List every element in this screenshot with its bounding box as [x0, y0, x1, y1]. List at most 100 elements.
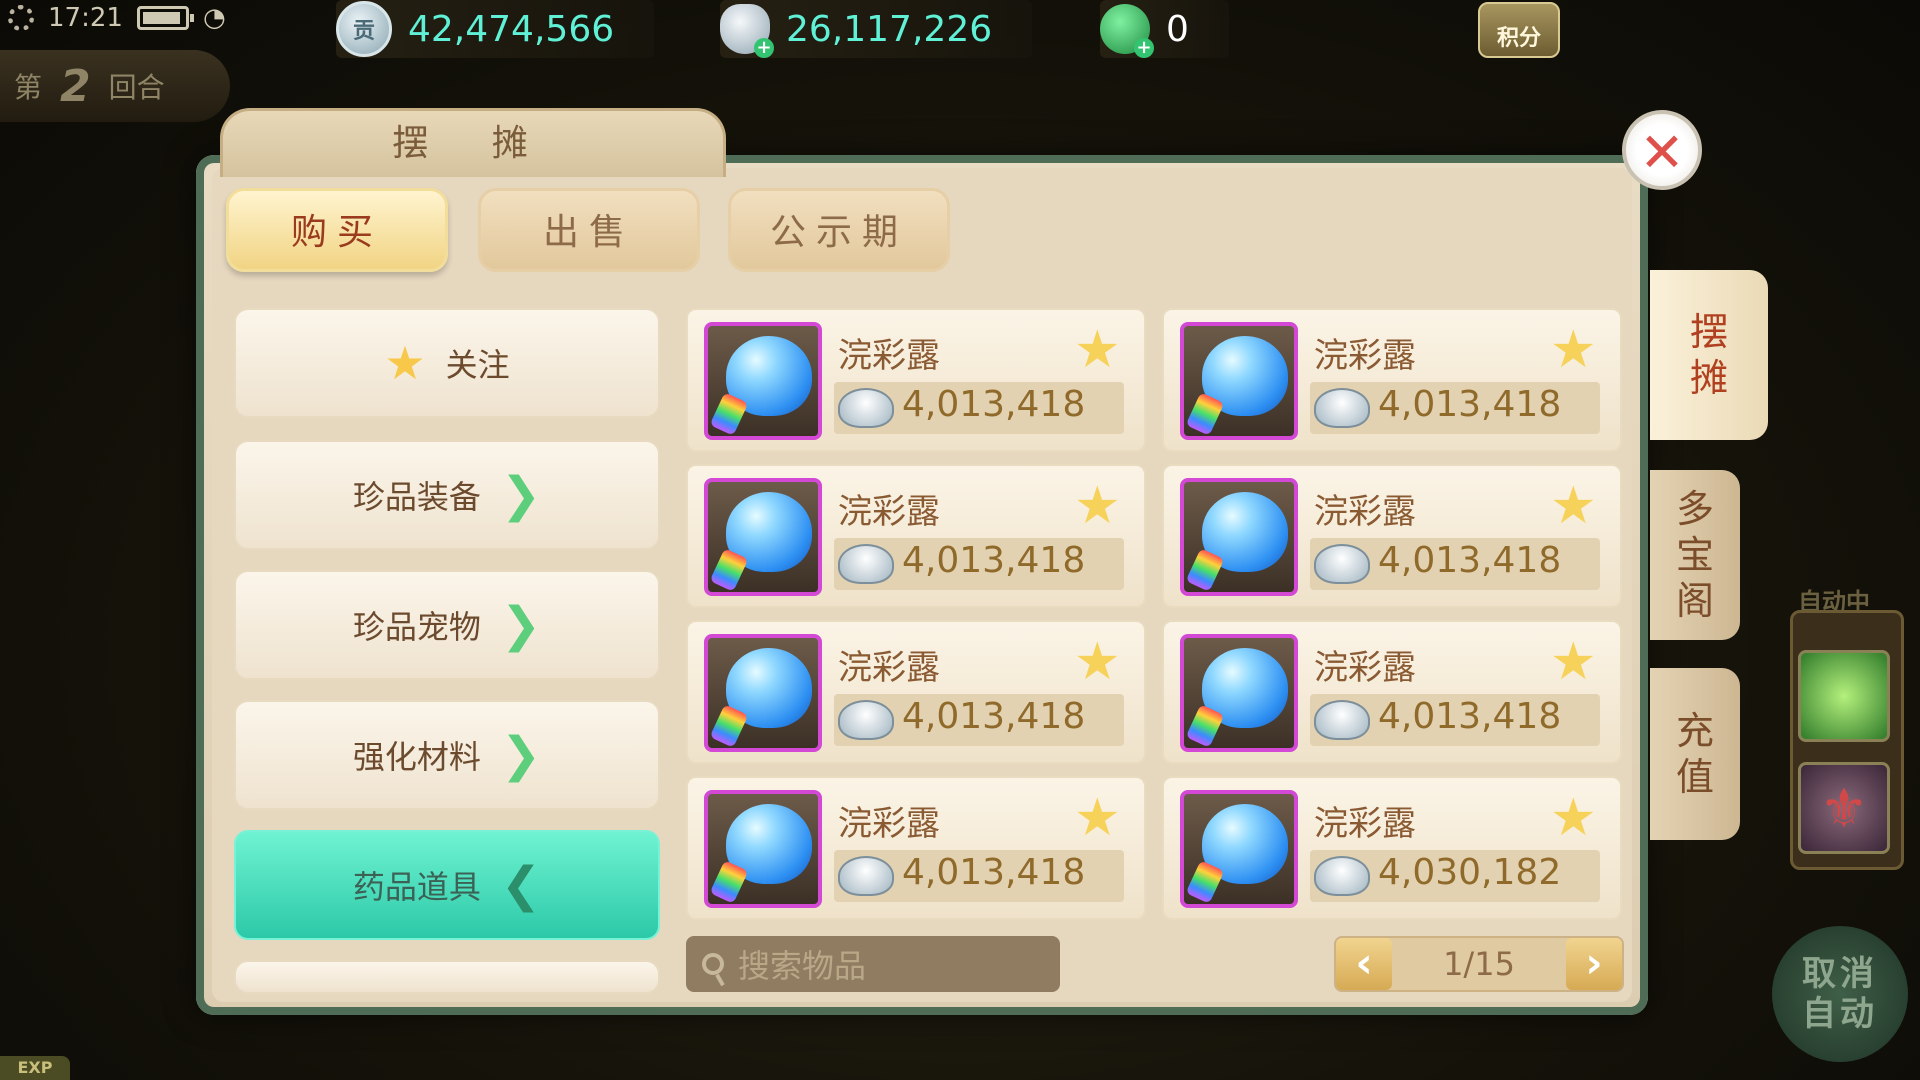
- item-price: 4,013,418: [902, 384, 1086, 425]
- settings-gear-icon[interactable]: [8, 5, 34, 31]
- round-prefix: 第: [14, 71, 43, 104]
- item-price: 4,013,418: [902, 696, 1086, 737]
- silver-ingot-icon: [838, 856, 894, 896]
- star-icon: ★: [384, 336, 426, 390]
- battery-icon: [136, 6, 194, 30]
- add-icon[interactable]: +: [1134, 38, 1154, 58]
- clock-time: 17:21: [48, 3, 123, 33]
- currency-contribution: 贡 42,474,566: [336, 0, 655, 58]
- item-card[interactable]: 浣彩露 ★ 4,013,418: [686, 776, 1146, 920]
- points-badge[interactable]: 积分: [1478, 2, 1560, 58]
- item-card[interactable]: 浣彩露 ★ 4,013,418: [1162, 620, 1622, 764]
- currency-value: 0: [1166, 8, 1189, 50]
- favorite-star-icon[interactable]: ★: [1550, 788, 1597, 848]
- side-tab-label: 充 值: [1675, 709, 1714, 799]
- potion-icon: [704, 790, 822, 908]
- item-card[interactable]: 浣彩露 ★ 4,013,418: [1162, 308, 1622, 452]
- item-card[interactable]: 浣彩露 ★ 4,030,182: [1162, 776, 1622, 920]
- currency-jade[interactable]: + 0: [1100, 0, 1229, 58]
- tab-publicity[interactable]: 公示期: [728, 188, 950, 272]
- search-placeholder: 搜索物品: [738, 947, 867, 985]
- wifi-icon: ◔: [202, 3, 226, 33]
- silver-ingot-icon: [1314, 700, 1370, 740]
- currency-silver[interactable]: + 26,117,226: [720, 0, 1033, 58]
- round-suffix: 回合: [108, 71, 165, 104]
- item-card[interactable]: 浣彩露 ★ 4,013,418: [686, 464, 1146, 608]
- side-tab-recharge[interactable]: 充 值: [1650, 668, 1740, 840]
- silver-ingot-icon: [1314, 388, 1370, 428]
- prev-page-button[interactable]: ‹: [1336, 938, 1392, 990]
- favorite-star-icon[interactable]: ★: [1550, 320, 1597, 380]
- status-bar: 17:21 ◔: [0, 0, 258, 36]
- panel-title: 摆 摊: [220, 108, 726, 177]
- side-tab-label: 多 宝 阁: [1675, 487, 1714, 623]
- item-price: 4,030,182: [1378, 852, 1562, 893]
- cancel-auto-line1: 取消: [1802, 954, 1878, 994]
- side-tab-label: 摆 摊: [1689, 310, 1728, 400]
- item-name: 浣彩露: [1314, 804, 1416, 844]
- tab-buy[interactable]: 购买: [226, 188, 448, 272]
- category-rare-equipment[interactable]: 珍品装备 ❯: [234, 440, 660, 550]
- category-label: 珍品装备: [352, 478, 481, 516]
- category-medicine-items[interactable]: 药品道具 ❮: [234, 830, 660, 940]
- potion-icon: [1180, 634, 1298, 752]
- tab-sell[interactable]: 出售: [478, 188, 700, 272]
- fleur-skill-icon[interactable]: ⚜: [1798, 762, 1890, 854]
- category-label: 强化材料: [352, 738, 481, 776]
- item-card[interactable]: 浣彩露 ★ 4,013,418: [1162, 464, 1622, 608]
- item-price: 4,013,418: [902, 540, 1086, 581]
- side-tab-stall[interactable]: 摆 摊: [1650, 270, 1768, 440]
- search-icon: [702, 953, 724, 975]
- favorite-star-icon[interactable]: ★: [1074, 320, 1121, 380]
- favorite-star-icon[interactable]: ★: [1074, 632, 1121, 692]
- cancel-auto-button[interactable]: 取消 自动: [1772, 926, 1908, 1062]
- item-price: 4,013,418: [1378, 384, 1562, 425]
- category-label: 关注: [445, 346, 510, 384]
- item-name: 浣彩露: [838, 648, 940, 688]
- item-name: 浣彩露: [1314, 336, 1416, 376]
- category-next-partial[interactable]: [234, 960, 660, 994]
- item-name: 浣彩露: [1314, 648, 1416, 688]
- category-enhance-materials[interactable]: 强化材料 ❯: [234, 700, 660, 810]
- item-card[interactable]: 浣彩露 ★ 4,013,418: [686, 308, 1146, 452]
- favorite-star-icon[interactable]: ★: [1074, 476, 1121, 536]
- potion-icon: [704, 634, 822, 752]
- currency-value: 42,474,566: [408, 8, 615, 50]
- favorite-star-icon[interactable]: ★: [1074, 788, 1121, 848]
- potion-icon: [704, 478, 822, 596]
- side-tab-treasure-pavilion[interactable]: 多 宝 阁: [1650, 470, 1740, 640]
- item-name: 浣彩露: [838, 336, 940, 376]
- search-input[interactable]: 搜索物品: [686, 936, 1060, 992]
- item-card[interactable]: 浣彩露 ★ 4,013,418: [686, 620, 1146, 764]
- silver-ingot-icon: [1314, 856, 1370, 896]
- silver-ingot-icon: [838, 700, 894, 740]
- potion-icon: [1180, 790, 1298, 908]
- category-rare-pets[interactable]: 珍品宠物 ❯: [234, 570, 660, 680]
- exp-label: EXP: [0, 1056, 70, 1080]
- silver-ingot-icon: [838, 388, 894, 428]
- category-label: 珍品宠物: [352, 608, 481, 646]
- chevron-left-icon: ❮: [500, 857, 542, 913]
- page-indicator: 1/15: [1443, 945, 1515, 983]
- item-price: 4,013,418: [1378, 696, 1562, 737]
- favorite-star-icon[interactable]: ★: [1550, 632, 1597, 692]
- category-favorites[interactable]: ★ 关注: [234, 308, 660, 418]
- chevron-right-icon: ❯: [500, 597, 542, 653]
- favorite-star-icon[interactable]: ★: [1550, 476, 1597, 536]
- potion-icon: [1180, 322, 1298, 440]
- silver-ingot-icon: [838, 544, 894, 584]
- item-price: 4,013,418: [1378, 540, 1562, 581]
- chevron-right-icon: ❯: [500, 467, 542, 523]
- item-name: 浣彩露: [838, 804, 940, 844]
- next-page-button[interactable]: ›: [1566, 938, 1622, 990]
- item-name: 浣彩露: [838, 492, 940, 532]
- chevron-right-icon: ❯: [500, 727, 542, 783]
- wind-skill-icon[interactable]: [1798, 650, 1890, 742]
- close-button[interactable]: ✕: [1622, 110, 1702, 190]
- add-icon[interactable]: +: [754, 38, 774, 58]
- potion-icon: [704, 322, 822, 440]
- contribution-coin-icon: 贡: [336, 1, 392, 57]
- currency-value: 26,117,226: [786, 8, 993, 50]
- item-price: 4,013,418: [902, 852, 1086, 893]
- round-number: 2: [60, 60, 91, 112]
